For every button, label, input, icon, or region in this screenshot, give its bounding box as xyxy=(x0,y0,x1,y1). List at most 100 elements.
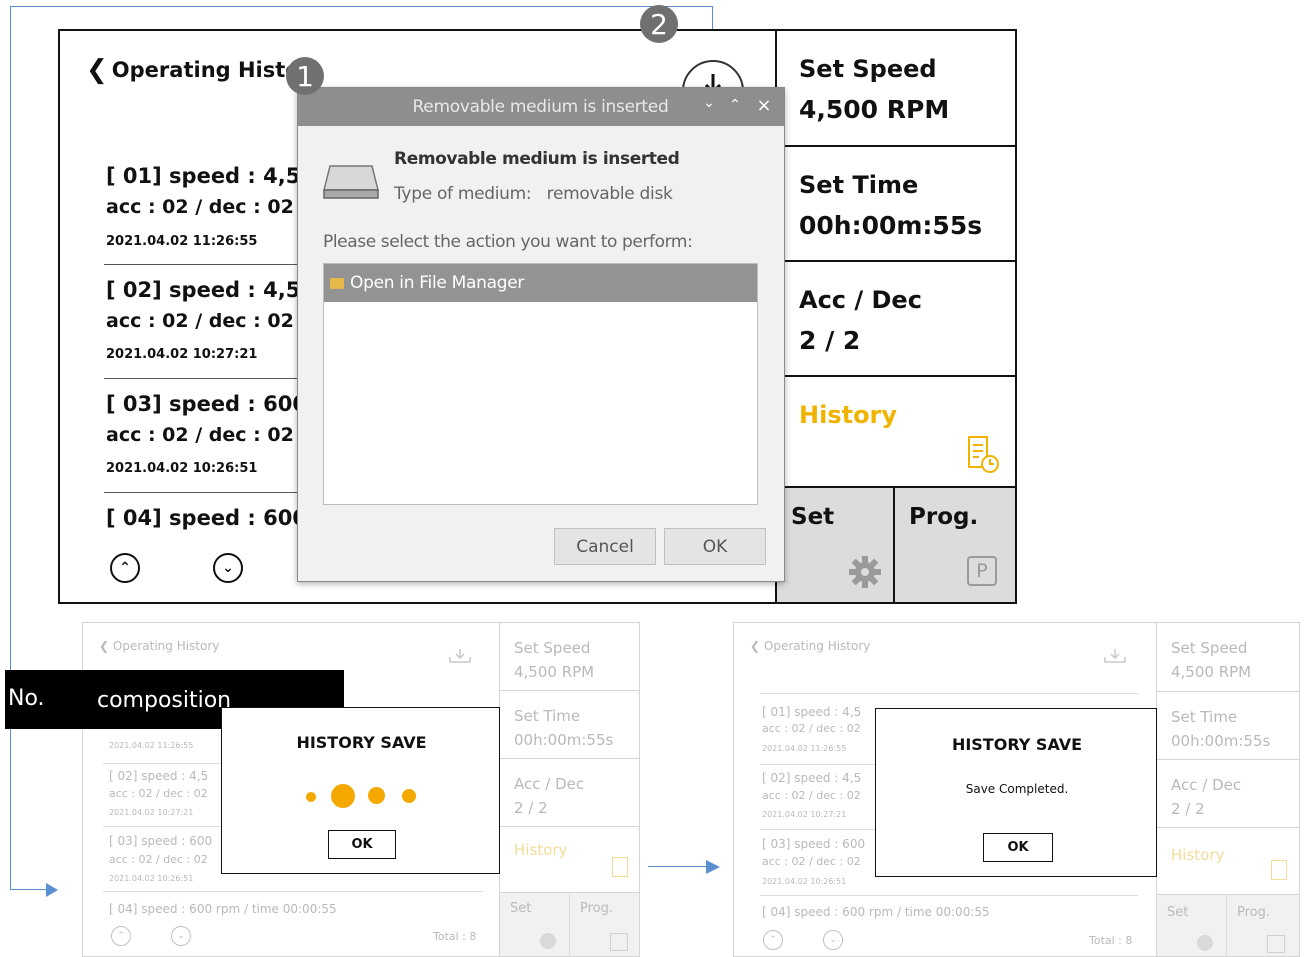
entry-line1: [ 02] speed : 4,50 xyxy=(106,278,315,302)
set-speed-value: 4,500 RPM xyxy=(1171,663,1252,681)
divider xyxy=(760,693,1138,694)
sidebar-history[interactable]: History xyxy=(500,827,639,893)
dialog-message: Save Completed. xyxy=(965,782,1069,796)
download-icon xyxy=(1104,649,1126,663)
divider xyxy=(103,891,483,892)
arrow-head-middle-icon xyxy=(706,860,720,874)
sidebar-prog-button[interactable]: Prog. xyxy=(570,893,639,956)
sidebar-set-button[interactable]: Set xyxy=(777,488,895,602)
back-button[interactable]: ❮ Operating Histor xyxy=(86,55,310,85)
entry-line2: acc : 02 / dec : 02 xyxy=(106,196,294,218)
chevron-up-icon: ⌃ xyxy=(119,560,131,576)
drive-icon xyxy=(323,165,379,199)
program-p-icon: P xyxy=(967,556,997,586)
entry-date: 2021.04.02 11:26:55 xyxy=(109,741,194,750)
sidebar-set-button[interactable]: Set xyxy=(500,893,570,956)
sidebar-set-time[interactable]: Set Time 00h:00m:55s xyxy=(500,691,639,759)
scroll-down-button[interactable]: ⌄ xyxy=(213,553,243,583)
sidebar-acc-dec[interactable]: Acc / Dec 2 / 2 xyxy=(1157,760,1299,828)
chevron-up-icon: ⌃ xyxy=(769,935,777,945)
action-option-file-manager[interactable]: Open in File Manager xyxy=(324,264,757,302)
sidebar-history[interactable]: History xyxy=(1157,828,1299,895)
legend-no-label: No. xyxy=(8,686,45,711)
sidebar-set-button[interactable]: Set xyxy=(1157,895,1227,956)
scroll-down-button[interactable]: ⌄ xyxy=(823,930,843,950)
history-label: History xyxy=(514,841,568,859)
entry-line1: [ 02] speed : 4,5 xyxy=(762,771,862,785)
dialog-heading: Removable medium is inserted xyxy=(394,149,680,169)
scroll-up-button[interactable]: ⌃ xyxy=(111,926,131,946)
bottom-entry: [ 04] speed : 600 rpm / time 00:00:55 xyxy=(109,902,337,916)
sidebar-set-speed[interactable]: Set Speed 4,500 RPM xyxy=(777,31,1015,147)
loading-dot xyxy=(331,784,355,808)
divider xyxy=(760,895,1138,896)
maximize-button[interactable]: ⌃ xyxy=(724,97,746,119)
entry-line1: [ 03] speed : 600 xyxy=(762,837,866,851)
set-label: Set xyxy=(791,504,835,530)
dialog-title: HISTORY SAVE xyxy=(951,735,1083,754)
entry-date: 2021.04.02 10:26:51 xyxy=(106,461,258,476)
acc-dec-title: Acc / Dec xyxy=(514,775,585,793)
history-document-icon xyxy=(612,857,628,877)
gear-icon xyxy=(849,556,881,588)
sidebar-prog-button[interactable]: Prog. xyxy=(1227,895,1299,956)
page-title: Operating History xyxy=(112,639,220,653)
entry-line1: [ 01] speed : 4,50 xyxy=(106,164,315,188)
chevron-left-icon: ❮ xyxy=(86,55,108,85)
close-button[interactable]: × xyxy=(753,95,775,117)
back-button[interactable]: ❮ Operating History xyxy=(99,639,219,653)
set-speed-value: 4,500 RPM xyxy=(514,663,595,681)
scroll-down-button[interactable]: ⌄ xyxy=(171,926,191,946)
acc-dec-title: Acc / Dec xyxy=(799,286,922,314)
set-label: Set xyxy=(510,901,532,916)
connector-line-bottom-left xyxy=(10,889,48,890)
history-document-icon xyxy=(1271,860,1287,880)
set-time-value: 00h:00m:55s xyxy=(799,211,983,240)
bottom-entry: [ 04] speed : 600 rpm / time 00:00:55 xyxy=(762,905,990,919)
entry-date: 2021.04.02 10:26:51 xyxy=(762,877,847,886)
ok-button[interactable]: OK xyxy=(983,833,1053,862)
sidebar-set-speed[interactable]: Set Speed 4,500 RPM xyxy=(500,623,639,691)
prog-label: Prog. xyxy=(1237,905,1271,920)
history-label: History xyxy=(1171,846,1225,864)
scroll-up-button[interactable]: ⌃ xyxy=(763,930,783,950)
entry-line1: [ 02] speed : 4,5 xyxy=(109,769,209,783)
sidebar-history[interactable]: History xyxy=(777,377,1015,488)
back-button[interactable]: ❮ Operating History xyxy=(750,639,870,653)
entry-line1: [ 01] speed : 4,5 xyxy=(762,705,862,719)
minimize-button[interactable]: ⌄ xyxy=(698,95,720,117)
set-time-value: 00h:00m:55s xyxy=(1171,732,1271,750)
chevron-down-icon: ⌄ xyxy=(177,931,185,941)
divider xyxy=(104,264,304,265)
legend-composition-label: composition xyxy=(97,688,232,713)
scroll-up-button[interactable]: ⌃ xyxy=(110,553,140,583)
sidebar-acc-dec[interactable]: Acc / Dec 2 / 2 xyxy=(777,262,1015,377)
set-time-title: Set Time xyxy=(1171,708,1238,726)
step-marker-2: 2 xyxy=(640,5,678,43)
set-label: Set xyxy=(1167,905,1189,920)
dialog-title: HISTORY SAVE xyxy=(296,733,427,752)
loading-dot xyxy=(306,792,316,802)
action-list: Open in File Manager xyxy=(323,263,758,505)
dialog-titlebar: Removable medium is inserted ⌄ ⌃ × xyxy=(298,88,784,126)
chevron-up-icon: ⌃ xyxy=(117,931,125,941)
sidebar-set-time[interactable]: Set Time 00h:00m:55s xyxy=(777,147,1015,262)
ok-button[interactable]: OK xyxy=(328,830,396,859)
chevron-left-icon: ❮ xyxy=(750,639,761,653)
sidebar-set-time[interactable]: Set Time 00h:00m:55s xyxy=(1157,692,1299,760)
action-option-label: Open in File Manager xyxy=(350,273,525,293)
sidebar-prog-button[interactable]: Prog. P xyxy=(895,488,1015,602)
sidebar-set-speed[interactable]: Set Speed 4,500 RPM xyxy=(1157,623,1299,692)
medium-type-line: Type of medium: removable disk xyxy=(394,184,673,204)
page-title: Operating History xyxy=(763,639,871,653)
acc-dec-value: 2 / 2 xyxy=(799,326,861,355)
sidebar-acc-dec[interactable]: Acc / Dec 2 / 2 xyxy=(500,759,639,827)
history-save-complete-dialog: HISTORY SAVE Save Completed. OK xyxy=(875,708,1157,877)
chevron-left-icon: ❮ xyxy=(99,639,110,653)
chevron-down-icon: ⌄ xyxy=(829,935,837,945)
entry-line2: acc : 02 / dec : 02 xyxy=(109,787,208,800)
ok-button[interactable]: OK xyxy=(664,528,766,565)
cancel-button[interactable]: Cancel xyxy=(554,528,656,565)
chevron-down-icon: ⌄ xyxy=(222,560,234,576)
entry-line2: acc : 02 / dec : 02 xyxy=(109,853,208,866)
